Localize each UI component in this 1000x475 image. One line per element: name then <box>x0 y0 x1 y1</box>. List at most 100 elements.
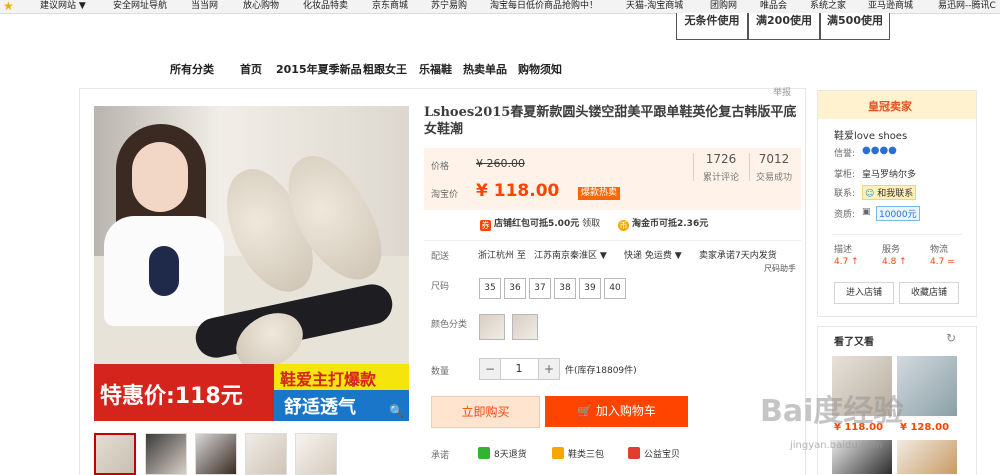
bookmark-bar: ★ 建议网站 ▼ 安全网址导航 当当网 放心购物 化妆品特卖 京东商城 苏宁易购… <box>0 0 1000 14</box>
price-label: 价格 <box>431 162 450 172</box>
promise-warranty[interactable]: 鞋类三包 <box>552 447 604 460</box>
size-option[interactable]: 39 <box>579 278 601 299</box>
buy-now-button[interactable]: 立即购买 <box>431 396 540 428</box>
coin-icon: 币 <box>618 220 629 231</box>
bookmark-item[interactable]: 天猫-淘宝商城 <box>626 0 683 13</box>
size-option[interactable]: 36 <box>504 278 526 299</box>
contact-label: 联系: <box>834 189 856 199</box>
ship-promise: 卖家承诺7天内发货 <box>699 251 777 261</box>
nav-chunky-heel[interactable]: 粗跟女王 <box>363 61 407 77</box>
color-label: 颜色分类 <box>431 320 468 330</box>
quantity-input[interactable]: 1 <box>500 358 538 380</box>
claim-link[interactable]: 领取 <box>582 219 600 229</box>
color-option-swatch[interactable] <box>512 314 538 340</box>
quantity-decrease-button[interactable]: − <box>479 358 501 380</box>
crown-rating-icon: ●●●● <box>862 145 897 156</box>
zoom-icon[interactable]: 🔍 <box>389 404 404 418</box>
bookmark-item[interactable]: 淘宝每日低价商品抢购中！ <box>490 0 598 13</box>
bookmark-item[interactable]: 建议网站 ▼ <box>40 0 86 13</box>
ship-from: 浙江杭州 至 <box>478 251 526 261</box>
shop-coupon-promo[interactable]: 券店铺红包可抵5.00元 领取 <box>480 216 600 231</box>
coupon-unconditional[interactable]: 无条件使用 <box>676 13 748 40</box>
wangwang-icon: ☺ <box>865 189 875 199</box>
taobao-price-label: 淘宝价 <box>431 190 459 200</box>
size-helper-link[interactable]: 尺码助手 <box>764 263 796 274</box>
rating-desc-label: 描述 <box>834 245 853 255</box>
sales-count: 7012 <box>758 152 790 166</box>
ship-method-select[interactable]: 快递 免运费 ▼ <box>624 248 682 261</box>
size-option[interactable]: 35 <box>479 278 501 299</box>
sales-label: 交易成功 <box>755 173 792 183</box>
add-to-cart-button[interactable]: 🛒 加入购物车 <box>545 396 688 427</box>
ship-to-select[interactable]: 江苏南京秦淮区 ▼ <box>534 248 607 261</box>
report-link[interactable]: 举报 <box>773 85 791 98</box>
cert-label: 资质: <box>834 210 856 220</box>
comfort-banner-text: 舒适透气 <box>284 397 356 418</box>
contact-button[interactable]: ☺ 和我联系 <box>862 185 917 200</box>
favorites-star-icon[interactable]: ★ <box>3 0 14 13</box>
color-option-swatch[interactable] <box>479 314 505 340</box>
bookmark-item[interactable]: 亚马逊商城 <box>868 0 913 13</box>
quantity-increase-button[interactable]: + <box>538 358 560 380</box>
bookmark-item[interactable]: 易迅网--腾讯C <box>938 0 996 13</box>
rating-logistics-value: 4.7 = <box>930 257 955 267</box>
stock-info: 件(库存18809件) <box>565 366 637 376</box>
nav-hot-items[interactable]: 热卖单品 <box>463 61 507 77</box>
size-label: 尺码 <box>431 282 450 292</box>
size-option[interactable]: 38 <box>554 278 576 299</box>
favorite-shop-button[interactable]: 收藏店铺 <box>899 282 959 304</box>
thumbnail-4[interactable] <box>245 433 287 475</box>
also-viewed-item-image[interactable] <box>897 440 957 474</box>
bookmark-item[interactable]: 京东商城 <box>372 0 408 13</box>
rating-desc-value: 4.7 ↑ <box>834 257 859 267</box>
warranty-icon <box>552 447 564 459</box>
refresh-icon[interactable]: ↻ <box>946 331 956 345</box>
enter-shop-button[interactable]: 进入店铺 <box>834 282 894 304</box>
size-option[interactable]: 37 <box>529 278 551 299</box>
return-icon <box>478 447 490 459</box>
cart-icon: 🛒 <box>577 404 596 418</box>
cert-icon: ▣ <box>862 207 871 217</box>
nav-shopping-guide[interactable]: 购物须知 <box>518 61 562 77</box>
also-viewed-item-image[interactable] <box>897 356 957 416</box>
bookmark-item[interactable]: 系统之家 <box>810 0 846 13</box>
main-product-image[interactable]: 特惠价:118元 鞋爱主打爆款 舒适透气 🔍 <box>94 106 409 421</box>
original-price: ¥ 260.00 <box>476 157 525 170</box>
keeper-name[interactable]: 皇马罗纳尔多 <box>862 167 916 180</box>
bookmark-item[interactable]: 当当网 <box>191 0 218 13</box>
thumbnail-2[interactable] <box>145 433 187 475</box>
nav-loafers[interactable]: 乐福鞋 <box>419 61 452 77</box>
baidu-watermark: Bai度经验 <box>760 394 904 429</box>
seller-header: 皇冠卖家 <box>818 91 976 119</box>
crown-seller-badge: 皇冠卖家 <box>868 100 912 113</box>
thumbnail-1[interactable] <box>94 433 136 475</box>
thumbnail-5[interactable] <box>295 433 337 475</box>
deposit-badge: 10000元 <box>876 206 920 221</box>
charity-icon <box>628 447 640 459</box>
credit-label: 信誉: <box>834 149 856 159</box>
red-envelope-icon: 券 <box>480 220 491 231</box>
nav-all-categories[interactable]: 所有分类 <box>170 61 214 77</box>
baidu-watermark-url: jingyan.baidu.com <box>790 440 883 451</box>
thumbnail-3[interactable] <box>195 433 237 475</box>
nav-home[interactable]: 首页 <box>240 61 262 77</box>
bookmark-item[interactable]: 安全网址导航 <box>113 0 167 13</box>
promise-charity[interactable]: 公益宝贝 <box>628 447 680 460</box>
promise-label: 承诺 <box>431 451 450 461</box>
reviews-count[interactable]: 1726 <box>691 152 751 166</box>
bookmark-item[interactable]: 放心购物 <box>243 0 279 13</box>
quantity-label: 数量 <box>431 367 450 377</box>
coupon-200[interactable]: 满200使用 <box>748 13 820 40</box>
bookmark-item[interactable]: 化妆品特卖 <box>303 0 348 13</box>
taojinbi-promo: 币淘金币可抵2.36元 <box>618 219 709 231</box>
bookmark-item[interactable]: 团购网 <box>710 0 737 13</box>
reviews-label: 累计评论 <box>702 173 739 183</box>
bookmark-item[interactable]: 唯品会 <box>760 0 787 13</box>
promise-return[interactable]: 8天退货 <box>478 447 527 460</box>
nav-summer-new[interactable]: 2015年夏季新品 <box>276 61 362 77</box>
size-option[interactable]: 40 <box>604 278 626 299</box>
coupon-500[interactable]: 满500使用 <box>820 13 890 40</box>
shop-name[interactable]: 鞋爱love shoes <box>834 127 907 142</box>
hot-sale-badge: 爆款热卖 <box>578 187 621 200</box>
bookmark-item[interactable]: 苏宁易购 <box>431 0 467 13</box>
